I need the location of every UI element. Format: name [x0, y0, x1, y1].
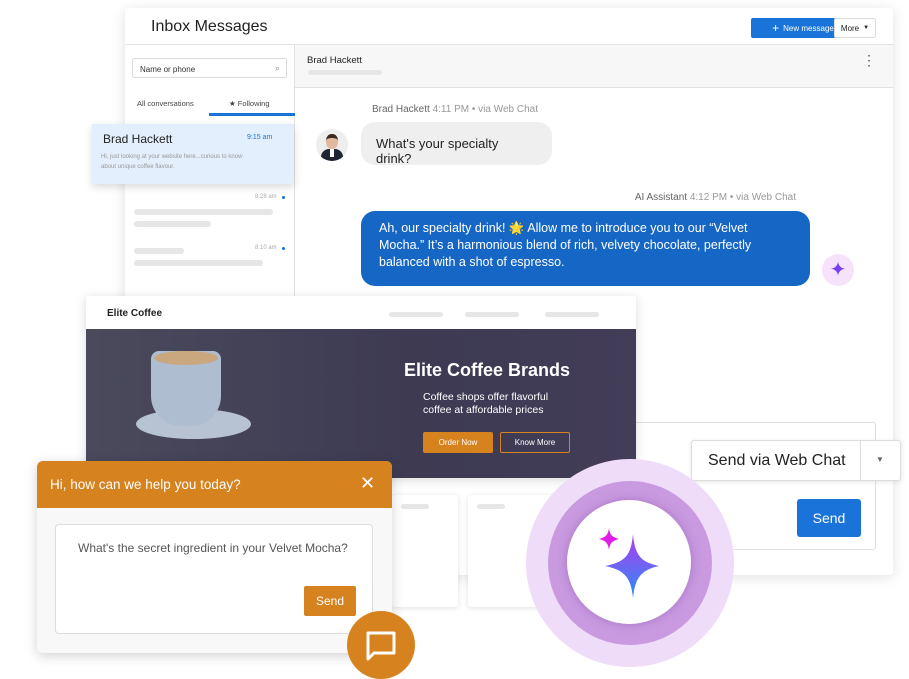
placeholder-bar [134, 209, 273, 215]
ai-sparkle-icon [599, 528, 659, 598]
page-title: Inbox Messages [151, 18, 268, 35]
chat-header: Brad Hackett ⋮ [295, 45, 893, 88]
caret-down-icon: ▼ [863, 25, 870, 31]
active-tab-indicator [209, 113, 295, 116]
hero-banner: Elite Coffee Brands Coffee shops offer f… [86, 329, 636, 478]
caret-down-icon: ▼ [876, 455, 884, 464]
widget-message-input[interactable]: What's the secret ingredient in your Vel… [55, 524, 373, 634]
unread-dot [282, 247, 285, 250]
widget-greeting: Hi, how can we help you today? [50, 477, 241, 492]
hero-title: Elite Coffee Brands [404, 360, 571, 380]
placeholder-bar [134, 221, 211, 227]
coffee-foam [154, 351, 218, 365]
more-label: More [840, 23, 860, 33]
outgoing-message: Ah, our specialty drink! 🌟 Allow me to i… [361, 211, 810, 286]
conversation-item[interactable]: Brad Hackett 9:15 am Hi, just looking at… [92, 124, 294, 184]
search-placeholder: Name or phone [140, 65, 196, 74]
placeholder-card [392, 495, 458, 607]
chat-launcher-button[interactable] [347, 611, 415, 679]
chat-widget: Hi, how can we help you today? ✕ What's … [37, 461, 392, 653]
send-button[interactable]: Send [797, 499, 861, 537]
channel-select[interactable]: Send via Web Chat ▼ [691, 440, 901, 481]
placeholder-bar [134, 248, 184, 254]
website-preview: Elite Coffee Elite Coffee Brands Coffee … [86, 296, 636, 478]
ai-assistant-button[interactable] [567, 500, 691, 624]
widget-message-text: What's the secret ingredient in your Vel… [78, 541, 348, 555]
nav-placeholder[interactable] [389, 312, 443, 317]
nav-placeholder[interactable] [545, 312, 599, 317]
channel-select-value: Send via Web Chat [708, 452, 846, 469]
tab-all-conversations[interactable]: All conversations [137, 99, 194, 108]
new-message-label: New message [783, 23, 834, 33]
hero-subtitle: Coffee shops offer flavorful coffee at a… [423, 391, 549, 416]
placeholder-bar [308, 70, 382, 75]
close-icon[interactable]: ✕ [360, 473, 375, 494]
tab-following[interactable]: ★ Following [229, 99, 270, 108]
search-input[interactable]: Name or phone ⌕ [132, 58, 287, 78]
conversation-name: Brad Hackett [103, 132, 173, 146]
plus-icon: + [772, 21, 780, 35]
chat-bubble-icon [366, 631, 396, 661]
site-brand: Elite Coffee [107, 308, 163, 319]
nav-placeholder[interactable] [465, 312, 519, 317]
widget-send-button[interactable]: Send [304, 586, 356, 616]
contact-name: Brad Hackett [307, 55, 362, 66]
kebab-menu-icon[interactable]: ⋮ [862, 53, 876, 67]
know-more-button[interactable]: Know More [500, 432, 570, 453]
avatar [316, 129, 348, 161]
conversation-time: 8:10 am [255, 245, 277, 251]
conversation-preview: Hi, just looking at your website here...… [101, 154, 243, 170]
incoming-message: What's your specialty drink? [361, 122, 552, 166]
placeholder-bar [134, 260, 263, 266]
ai-sparkle-icon: ✦ [822, 254, 854, 286]
message-meta: AI Assistant 4:12 PM • via Web Chat [634, 192, 796, 203]
more-button[interactable]: More ▼ [834, 18, 876, 38]
conversation-time: 8:28 am [255, 194, 277, 200]
search-icon: ⌕ [274, 63, 280, 73]
widget-header: Hi, how can we help you today? [37, 461, 392, 508]
order-now-button[interactable]: Order Now [423, 432, 493, 453]
message-meta: Brad Hackett 4:11 PM • via Web Chat [372, 104, 538, 115]
conversation-time: 9:15 am [247, 134, 273, 141]
unread-dot [282, 196, 285, 199]
